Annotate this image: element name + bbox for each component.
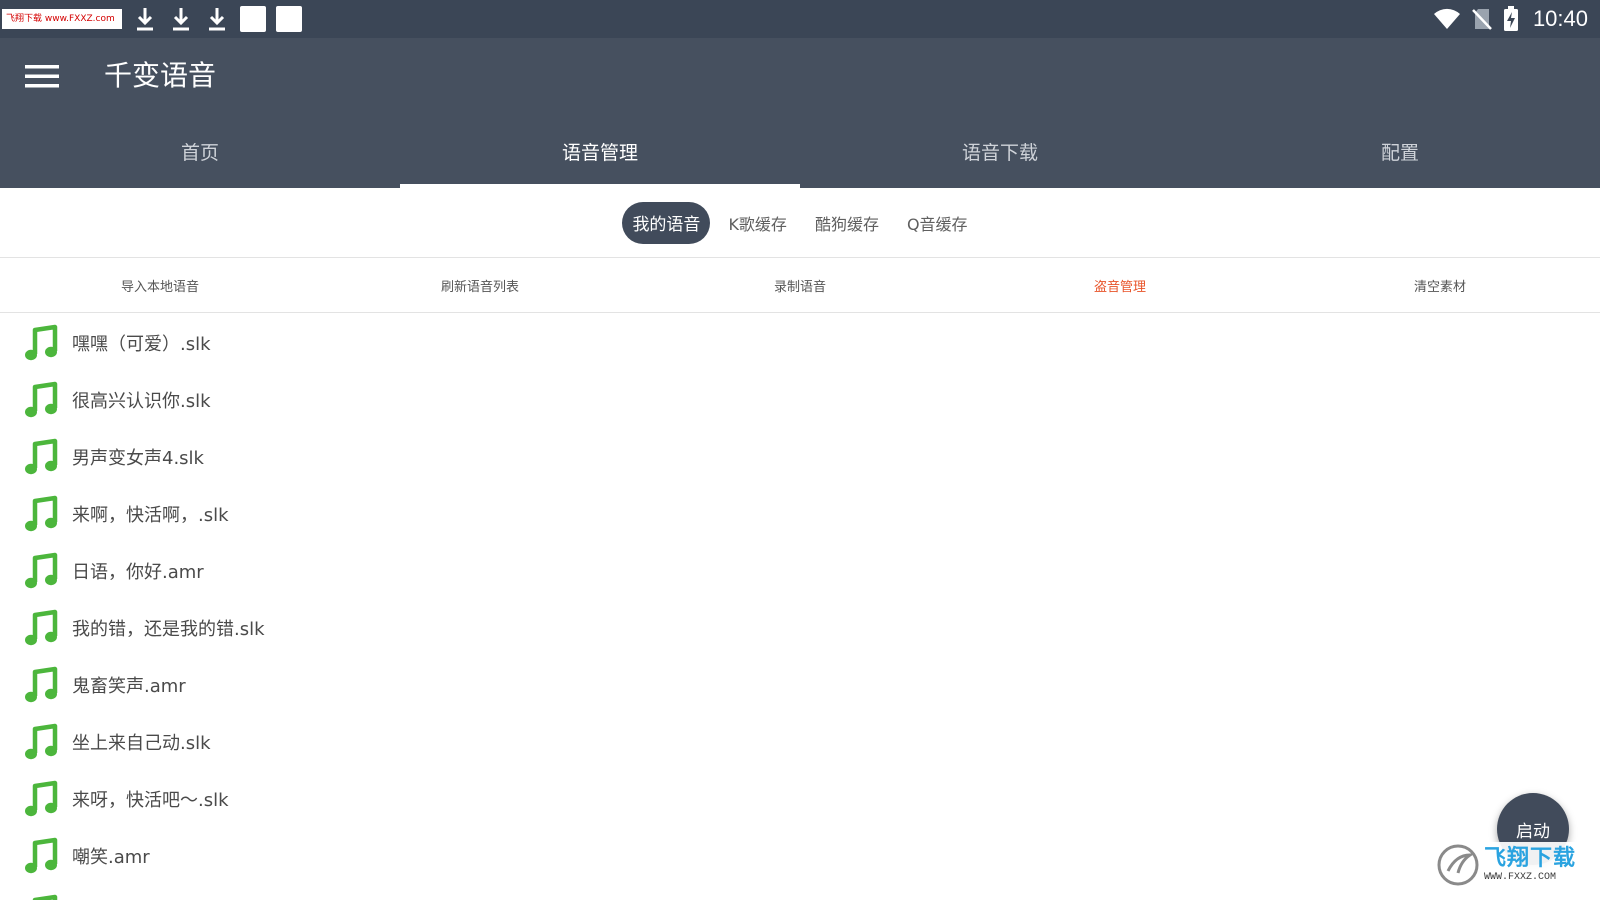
download-icon <box>209 8 225 31</box>
music-note-icon <box>25 723 58 759</box>
download-icon <box>173 8 189 31</box>
battery-charging-icon <box>1503 6 1518 31</box>
voice-file-name: 嘿嘿（可爱）.slk <box>72 333 211 355</box>
list-item[interactable]: 来啊，快活啊，.slk <box>0 485 1600 542</box>
menu-button[interactable] <box>20 56 64 96</box>
music-note-icon <box>32 894 58 900</box>
status-bar-system: 10:40 <box>1433 0 1588 38</box>
status-bar: 飞翔下载 www.FXXZ.com 10:40 <box>0 0 1600 38</box>
tab-voice-management[interactable]: 语音管理 <box>400 114 800 188</box>
refresh-voice-list-button[interactable]: 刷新语音列表 <box>320 258 640 312</box>
list-item[interactable]: 日语，你好.amr <box>0 542 1600 599</box>
tab-voice-download[interactable]: 语音下载 <box>800 114 1200 188</box>
voice-file-name: 来啊，快活啊，.slk <box>72 504 229 526</box>
clear-materials-button[interactable]: 清空素材 <box>1280 258 1600 312</box>
watermark-url: WWW.FXXZ.COM <box>1484 872 1557 883</box>
watermark-tag: 飞翔下载 www.FXXZ.com <box>2 9 122 29</box>
subtab-kugou-cache[interactable]: 酷狗缓存 <box>805 202 889 244</box>
list-item[interactable]: 很高兴认识你.slk <box>0 371 1600 428</box>
status-bar-notifications: 飞翔下载 www.FXXZ.com <box>2 4 302 34</box>
notification-square-icon <box>240 6 266 32</box>
hamburger-menu-icon <box>25 65 59 88</box>
voice-file-name: 坐上来自己动.slk <box>72 732 211 754</box>
wifi-icon <box>1433 8 1460 29</box>
voice-file-name: 男声变女声4.slk <box>72 447 204 469</box>
voice-file-name: 日语，你好.amr <box>72 561 204 583</box>
music-note-icon <box>25 609 58 645</box>
music-note-icon <box>25 381 58 417</box>
voice-file-name: 来呀，快活吧～.slk <box>72 789 229 811</box>
subtab-k-song-cache[interactable]: K歌缓存 <box>718 202 797 244</box>
download-icon <box>137 8 153 31</box>
music-note-icon <box>25 495 58 531</box>
no-sim-icon <box>1472 9 1492 30</box>
list-item[interactable]: 我的错，还是我的错.slk <box>0 599 1600 656</box>
watermark-brand: 飞翔下载 <box>1484 846 1577 871</box>
music-note-icon <box>25 552 58 588</box>
record-voice-button[interactable]: 录制语音 <box>640 258 960 312</box>
voice-file-name: 我的错，还是我的错.slk <box>72 618 265 640</box>
list-item[interactable]: 嘲笑.amr <box>0 827 1600 884</box>
tab-settings[interactable]: 配置 <box>1200 114 1600 188</box>
music-note-icon <box>25 324 58 360</box>
main-tabs: 首页 语音管理 语音下载 配置 <box>0 114 1600 188</box>
music-note-icon <box>25 438 58 474</box>
music-note-icon <box>25 666 58 702</box>
tab-home[interactable]: 首页 <box>0 114 400 188</box>
watermark-logo-icon <box>1437 844 1479 886</box>
list-item-partial[interactable] <box>0 884 1600 900</box>
notification-square-icon <box>276 6 302 32</box>
voice-file-name: 鬼畜笑声.amr <box>72 675 186 697</box>
list-item[interactable]: 鬼畜笑声.amr <box>0 656 1600 713</box>
voice-file-name: 很高兴认识你.slk <box>72 390 211 412</box>
voice-list: 嘿嘿（可爱）.slk 很高兴认识你.slk 男声变女声4.slk 来啊，快活啊，… <box>0 314 1600 900</box>
music-note-icon <box>25 837 58 873</box>
voice-file-name: 嘲笑.amr <box>72 846 150 868</box>
app-title: 千变语音 <box>104 59 217 92</box>
app-bar: 千变语音 <box>0 38 1600 114</box>
list-item[interactable]: 嘿嘿（可爱）.slk <box>0 314 1600 371</box>
audio-capture-management-button[interactable]: 盗音管理 <box>960 258 1280 312</box>
music-note-icon <box>25 780 58 816</box>
action-row: 导入本地语音 刷新语音列表 录制语音 盗音管理 清空素材 <box>0 258 1600 313</box>
import-local-voice-button[interactable]: 导入本地语音 <box>0 258 320 312</box>
list-item[interactable]: 坐上来自己动.slk <box>0 713 1600 770</box>
subtab-my-voices[interactable]: 我的语音 <box>622 201 711 244</box>
site-watermark: 飞翔下载 WWW.FXXZ.COM <box>1434 842 1592 888</box>
sub-tabs: 我的语音 K歌缓存 酷狗缓存 Q音缓存 <box>0 188 1600 258</box>
status-time: 10:40 <box>1532 6 1588 31</box>
list-item[interactable]: 来呀，快活吧～.slk <box>0 770 1600 827</box>
subtab-qq-music-cache[interactable]: Q音缓存 <box>897 202 978 244</box>
list-item[interactable]: 男声变女声4.slk <box>0 428 1600 485</box>
